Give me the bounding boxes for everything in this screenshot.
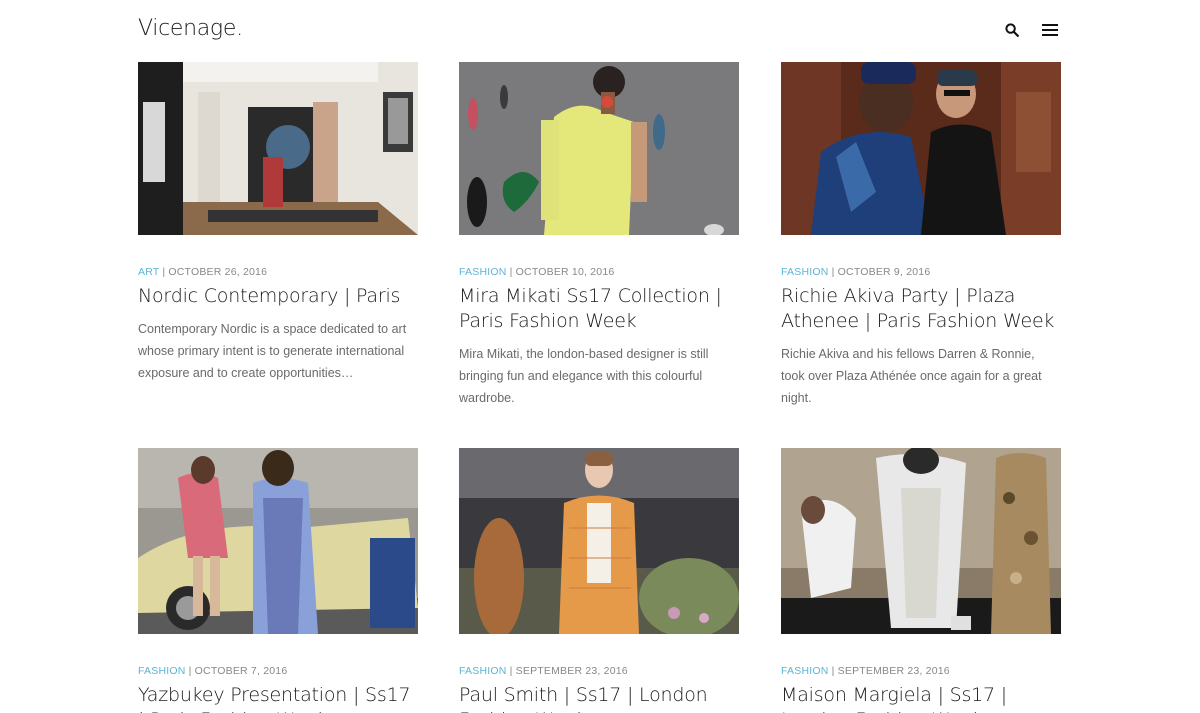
meta-separator: |	[506, 266, 516, 278]
post-excerpt: Richie Akiva and his fellows Darren & Ro…	[781, 347, 1042, 405]
post-category-link[interactable]: FASHION	[459, 665, 507, 677]
post-thumbnail-link[interactable]	[138, 448, 418, 634]
post-title[interactable]: Maison Margiela | Ss17 | London Fashion …	[781, 683, 1061, 713]
post-image-runway-plaid	[459, 448, 739, 634]
post-category-link[interactable]: FASHION	[781, 266, 829, 278]
post-image-party-portrait	[781, 62, 1061, 235]
post-title[interactable]: Yazbukey Presentation | Ss17 | Paris Fas…	[138, 683, 418, 713]
post-title[interactable]: Mira Mikati Ss17 Collection | Paris Fash…	[459, 284, 739, 334]
header-actions	[1002, 20, 1060, 40]
post-meta: FASHION | OCTOBER 7, 2016	[138, 664, 418, 678]
post-category-link[interactable]: FASHION	[781, 665, 829, 677]
post-date: OCTOBER 7, 2016	[194, 665, 288, 677]
post-thumbnail-link[interactable]	[138, 62, 418, 235]
meta-separator: |	[828, 266, 838, 278]
post-excerpt: Mira Mikati, the london-based designer i…	[459, 347, 709, 405]
post-card: FASHION | SEPTEMBER 23, 2016 Maison Marg…	[781, 448, 1061, 713]
post-meta: FASHION | OCTOBER 9, 2016	[781, 265, 1061, 279]
post-date: OCTOBER 9, 2016	[837, 266, 931, 278]
site-logo[interactable]: Vicenage.	[138, 14, 243, 44]
site-header: Vicenage.	[138, 14, 1060, 46]
post-thumbnail-link[interactable]	[781, 62, 1061, 235]
post-thumbnail-link[interactable]	[459, 62, 739, 235]
hamburger-menu-icon[interactable]	[1040, 20, 1060, 40]
post-category-link[interactable]: FASHION	[459, 266, 507, 278]
meta-separator: |	[185, 665, 195, 677]
post-meta: FASHION | SEPTEMBER 23, 2016	[459, 664, 739, 678]
post-meta: FASHION | SEPTEMBER 23, 2016	[781, 664, 1061, 678]
post-thumbnail-link[interactable]	[459, 448, 739, 634]
post-date: SEPTEMBER 23, 2016	[837, 665, 950, 677]
post-card: FASHION | OCTOBER 7, 2016 Yazbukey Prese…	[138, 448, 418, 713]
post-card: FASHION | SEPTEMBER 23, 2016 Paul Smith …	[459, 448, 739, 713]
post-date: OCTOBER 10, 2016	[515, 266, 615, 278]
post-thumbnail-link[interactable]	[781, 448, 1061, 634]
post-card: FASHION | OCTOBER 9, 2016 Richie Akiva P…	[781, 62, 1061, 409]
meta-separator: |	[828, 665, 838, 677]
post-category-link[interactable]: FASHION	[138, 665, 186, 677]
post-title[interactable]: Richie Akiva Party | Plaza Athenee | Par…	[781, 284, 1061, 334]
post-meta: FASHION | OCTOBER 10, 2016	[459, 265, 739, 279]
meta-separator: |	[506, 665, 516, 677]
post-card: FASHION | OCTOBER 10, 2016 Mira Mikati S…	[459, 62, 739, 409]
post-meta: ART | OCTOBER 26, 2016	[138, 265, 418, 279]
post-date: OCTOBER 26, 2016	[168, 266, 268, 278]
post-title[interactable]: Paul Smith | Ss17 | London Fashion Week	[459, 683, 739, 713]
post-category-link[interactable]: ART	[138, 266, 159, 278]
post-title[interactable]: Nordic Contemporary | Paris	[138, 284, 418, 309]
post-image-vintage-car	[138, 448, 418, 634]
search-icon[interactable]	[1002, 20, 1022, 40]
post-image-backstage	[781, 448, 1061, 634]
post-card: ART | OCTOBER 26, 2016 Nordic Contempora…	[138, 62, 418, 384]
post-image-yellow-dress	[459, 62, 739, 235]
post-image-gallery-room	[138, 62, 418, 235]
post-excerpt: Contemporary Nordic is a space dedicated…	[138, 322, 407, 380]
post-date: SEPTEMBER 23, 2016	[515, 665, 628, 677]
